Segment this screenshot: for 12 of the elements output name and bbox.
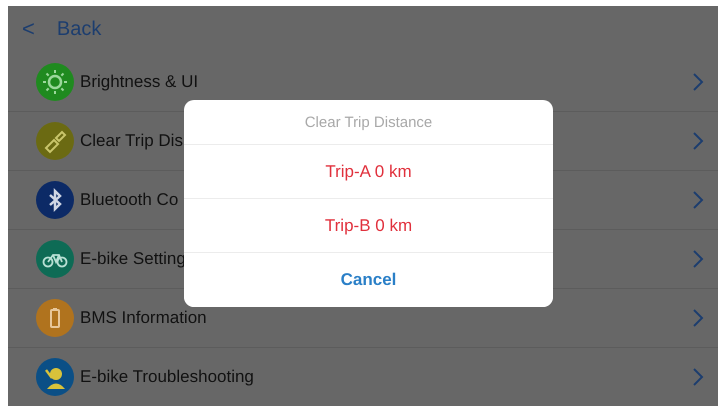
chevron-right-icon xyxy=(692,130,704,151)
chevron-right-icon xyxy=(692,72,704,92)
chevron-right-icon xyxy=(692,248,704,269)
menu-item-label[interactable]: BMS Information xyxy=(80,308,692,327)
menu-item-label[interactable]: E-bike Troubleshooting xyxy=(80,368,692,386)
sun-icon xyxy=(42,68,68,95)
chevron-right-icon xyxy=(692,366,704,387)
back-icon[interactable]: < xyxy=(22,18,35,40)
chevron-right-icon xyxy=(692,190,704,210)
chevron-right-icon xyxy=(692,308,704,328)
back-link[interactable]: Back xyxy=(56,18,102,41)
menu-item-label[interactable]: Brightness & UI xyxy=(80,72,692,91)
